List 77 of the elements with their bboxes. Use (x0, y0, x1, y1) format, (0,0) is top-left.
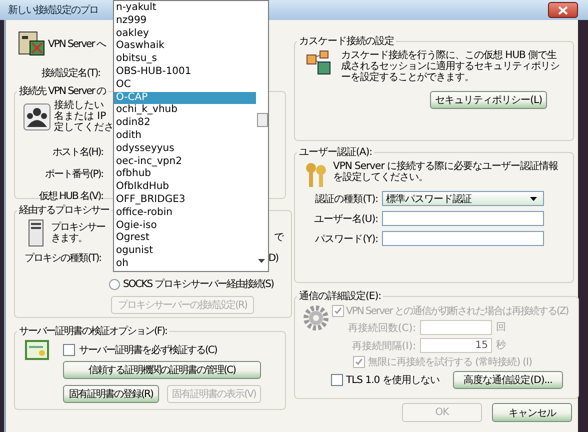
group-title: 接続先 VPN Server の (18, 84, 107, 98)
description-text: プロキシサー (51, 222, 106, 233)
manage-certificates-button[interactable]: 信頼する証明機関の証明書の管理(C) (63, 361, 261, 379)
caret-icon (530, 196, 537, 200)
list-item[interactable]: OBS-HUB-1001 (114, 66, 256, 79)
checkbox-label: VPN Server との通信が切断された場合は再接続する(Z) (346, 306, 568, 316)
option-text: D) (268, 252, 278, 264)
computer-tower-icon (27, 219, 45, 247)
group-title: サーバー証明書の検証オプション(F): (18, 324, 168, 338)
scroll-down-icon[interactable] (258, 259, 265, 263)
list-item[interactable]: ochi_k_vhub (114, 104, 256, 118)
network-icon (305, 50, 333, 76)
keys-icon (303, 161, 329, 189)
list-item[interactable]: ogunist (114, 245, 256, 258)
list-item[interactable]: OC (114, 78, 256, 92)
list-item[interactable]: Ogie-iso (114, 220, 256, 232)
list-item[interactable]: odysseyyus (114, 142, 256, 156)
checkbox-label: サーバー証明書を必ず検証する(C) (79, 344, 217, 356)
field-label: ホスト名(H): (51, 146, 103, 159)
list-item[interactable]: nz999 (114, 14, 256, 28)
unit-label: 秒 (496, 340, 506, 351)
input-field[interactable] (382, 211, 544, 226)
list-item[interactable]: oakley (114, 28, 256, 40)
checkbox[interactable] (63, 344, 75, 356)
input-field[interactable] (382, 231, 544, 246)
field-label: ポート番号(P): (44, 168, 103, 181)
checkbox-label: 無限に再接続を試行する (常時接続) (I) (368, 356, 532, 368)
list-item[interactable]: Ogrest (114, 232, 256, 246)
list-item[interactable]: ofbhub (114, 168, 256, 182)
list-item[interactable]: odith (114, 130, 256, 143)
security-policy-button[interactable]: セキュリティポリシー(L) (430, 91, 547, 109)
group-title: ユーザー認証(A): (298, 146, 374, 159)
gear-icon (303, 305, 329, 331)
list-item[interactable]: obitsu_s (114, 53, 256, 66)
register-certificate-button[interactable]: 固有証明書の登録(R) (63, 385, 159, 403)
field-label: ユーザー名(U): (313, 212, 378, 226)
group-title: 通信の詳細設定(E): (298, 290, 382, 303)
field-label: 認証の種類(T): (314, 192, 378, 206)
list-item[interactable]: OFF_BRIDGE3 (114, 194, 256, 207)
unit-label: 回 (496, 322, 506, 333)
list-item[interactable]: Oaswhaik (114, 40, 256, 54)
list-item[interactable]: n-yakult (114, 2, 256, 15)
close-button[interactable] (548, 2, 578, 18)
description-text: 定してくださ (54, 122, 114, 133)
scrollbar-thumb[interactable] (257, 113, 268, 127)
field-label: プロキシの種類(T): (24, 252, 101, 265)
list-item[interactable]: office-robin (114, 206, 256, 220)
description-text: VPN Server に接続する際に必要なユーザー認証情報を設定してください。 (333, 161, 560, 183)
radio-button[interactable] (109, 279, 120, 290)
cancel-button[interactable]: キャンセル (492, 403, 572, 422)
group-title: カスケード接続の設定 (298, 34, 395, 48)
close-icon (558, 6, 568, 14)
description-text: カスケード接続を行う際に、この仮想 HUB 側で生成されるセッションに適用するセキュリティポリシーを設定することができます。 (341, 50, 560, 83)
list-item[interactable]: oh (114, 258, 256, 271)
field-label: パスワード(Y): (314, 232, 378, 246)
field-label: 再接続間隔(I): (350, 340, 416, 352)
checkbox[interactable] (331, 374, 343, 386)
description-text: きます。 (51, 233, 88, 244)
field-label: 仮想 HUB 名(V): (38, 190, 103, 203)
list-item[interactable]: odin82 (114, 117, 256, 130)
group-title: 経由するプロキシサー (18, 204, 110, 217)
auth-type-dropdown[interactable]: 標準パスワード認証 (382, 191, 544, 206)
radio-label: SOCKS プロキシサーバー経由接続(S) (123, 279, 274, 290)
description-text: 接続したい (54, 100, 105, 111)
field-label: 接続設定名(T): (40, 66, 100, 80)
list-item[interactable]: OfbIkdHub (114, 181, 256, 194)
window-title: 新しい接続設定のプロ (8, 4, 98, 17)
intro-text: VPN Server へ (48, 38, 106, 50)
list-item[interactable]: oec-inc_vpn2 (114, 156, 256, 168)
checkbox-label: TLS 1.0 を使用しない (346, 374, 440, 386)
advanced-settings-button[interactable]: 高度な通信設定(D)... (453, 371, 563, 389)
server-icon (16, 30, 46, 58)
certificate-icon (25, 340, 49, 360)
description-text: 名または IP (54, 111, 108, 122)
field-label: 再接続回数(C): (346, 322, 416, 334)
description-text: で (274, 232, 283, 242)
network-icon (23, 102, 51, 130)
